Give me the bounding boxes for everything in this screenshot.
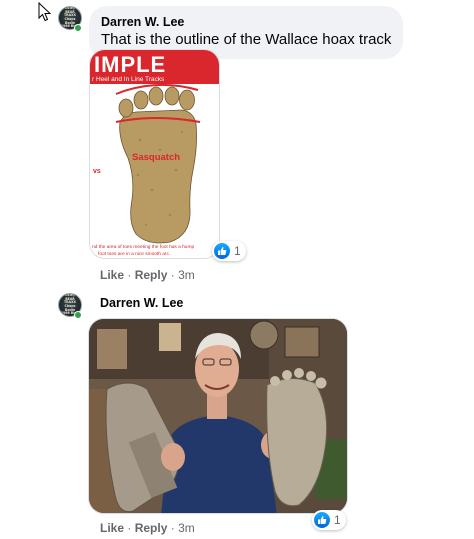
separator-dot: · [170,268,179,282]
comment-image[interactable]: IMPLE r Heel and In Line Tracks Sasquatc… [89,49,220,259]
reply-link[interactable]: Reply [135,521,168,535]
comment-author[interactable]: Darren W. Lee [101,14,391,30]
comment-photo[interactable] [88,318,348,514]
comment-timestamp[interactable]: 3m [178,521,195,535]
foot-label: Sasquatch [132,152,180,163]
separator-dot: · [127,268,135,282]
man-with-casts-photo [89,319,347,513]
comment-actions: Like · Reply · 3m [100,268,195,282]
side-label: vs [93,168,101,175]
like-link[interactable]: Like [100,521,124,535]
reaction-summary[interactable]: 1 [312,510,346,530]
like-reaction-icon [214,243,230,259]
like-reaction-icon [314,512,330,528]
caption-line-2: foot toes are in a nice smooth arc. [98,251,170,257]
like-link[interactable]: Like [100,268,124,282]
banner-subtitle: r Heel and In Line Tracks [92,76,165,83]
comment-timestamp[interactable]: 3m [178,268,195,282]
banner-text: IMPLE [94,52,166,77]
caption-line-1: nd the area of toes meeting the foot has… [92,244,194,250]
online-status-dot [74,24,82,32]
comment-actions: Like · Reply · 3m [100,521,195,535]
separator-dot: · [170,521,179,535]
separator-dot: · [127,521,135,535]
comment-author[interactable]: Darren W. Lee [100,295,183,311]
mouse-cursor-icon [38,2,52,22]
reaction-count: 1 [234,244,241,258]
reply-link[interactable]: Reply [135,268,168,282]
comment-text: That is the outline of the Wallace hoax … [101,31,392,48]
reaction-summary[interactable]: 1 [212,241,246,261]
footprint [118,86,197,244]
reaction-count: 1 [334,513,341,527]
online-status-dot [74,311,82,319]
foot-track-diagram: IMPLE r Heel and In Line Tracks Sasquatc… [90,50,219,257]
